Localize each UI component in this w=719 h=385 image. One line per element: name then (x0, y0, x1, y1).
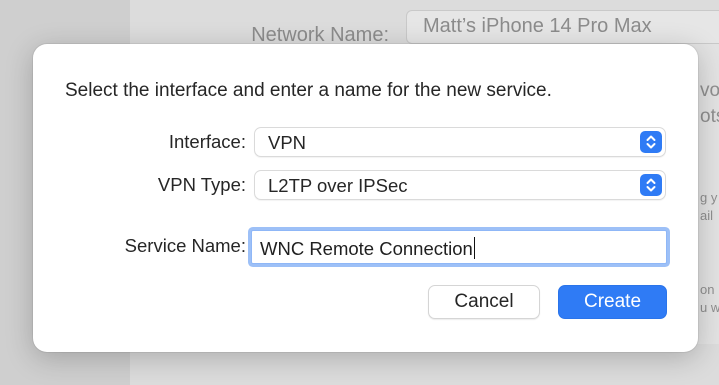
background-text-fragment: u w (700, 300, 719, 315)
vpn-type-value: L2TP over IPSec (268, 175, 408, 196)
dialog-prompt: Select the interface and enter a name fo… (65, 80, 552, 101)
background-text-fragment: on (700, 282, 715, 297)
vpn-type-label: VPN Type: (157, 174, 246, 195)
interface-popup[interactable]: VPN (254, 127, 666, 157)
chevron-up-down-icon (640, 174, 662, 196)
new-service-dialog: Select the interface and enter a name fo… (33, 44, 698, 352)
chevron-up-down-icon (640, 131, 662, 153)
service-name-value: WNC Remote Connection (260, 237, 475, 259)
background-text-fragment: ots (700, 106, 719, 127)
cancel-button[interactable]: Cancel (428, 285, 540, 319)
create-button[interactable]: Create (558, 285, 667, 319)
text-caret (473, 237, 475, 259)
network-name-field: Matt’s iPhone 14 Pro Max (406, 10, 719, 44)
interface-label: Interface: (168, 131, 246, 152)
background-text-fragment: g y (700, 190, 718, 205)
background-text-fragment: ail (700, 208, 714, 223)
vpn-type-popup[interactable]: L2TP over IPSec (254, 170, 666, 200)
service-name-field[interactable]: WNC Remote Connection (251, 230, 667, 264)
background-text-fragment: vo (700, 80, 719, 101)
interface-value: VPN (268, 132, 307, 153)
service-name-label: Service Name: (124, 235, 246, 256)
